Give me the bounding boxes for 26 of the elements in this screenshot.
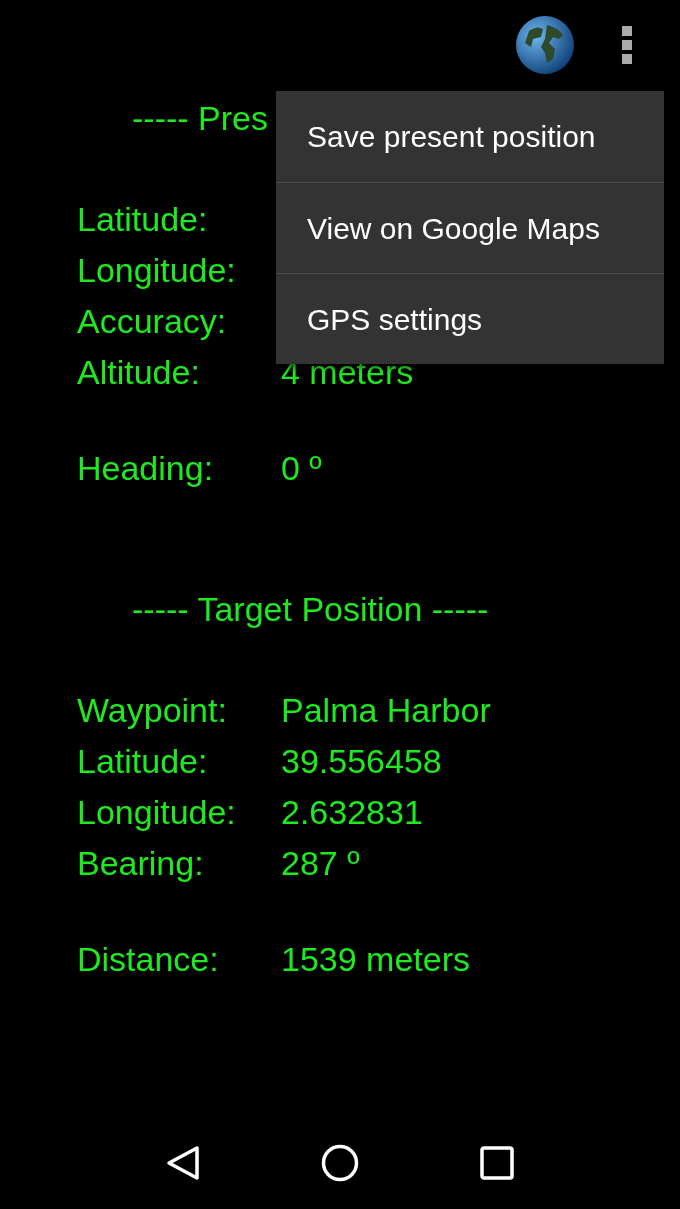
field-label: Latitude: [77,742,208,780]
back-icon[interactable] [165,1145,200,1181]
field-label: Waypoint: [77,691,227,729]
field-label: Longitude: [77,251,236,289]
overflow-menu-icon[interactable] [621,25,633,65]
home-icon[interactable] [321,1144,359,1182]
field-label: Heading: [77,449,214,487]
field-value: 39.556458 [281,741,442,782]
field-value: 0 º [281,448,322,489]
field-label: Accuracy: [77,302,227,340]
field-value: 287 º [281,843,360,884]
section-header: ----- Target Position ----- [132,589,489,630]
recents-icon[interactable] [480,1146,515,1180]
globe-icon[interactable] [515,15,575,75]
field-value: Palma Harbor [281,690,491,731]
field-label: Longitude: [77,793,236,831]
field-label: Bearing: [77,844,204,882]
field-value: 2.632831 [281,792,423,833]
section-header: ----- Pres [132,98,268,139]
field-value: 1539 meters [281,939,470,980]
field-label: Altitude: [77,353,200,391]
menu-item[interactable]: View on Google Maps [276,182,664,273]
menu-item[interactable]: Save present position [276,91,664,182]
field-label: Latitude: [77,200,208,238]
field-label: Distance: [77,940,219,978]
menu-item[interactable]: GPS settings [276,273,664,364]
